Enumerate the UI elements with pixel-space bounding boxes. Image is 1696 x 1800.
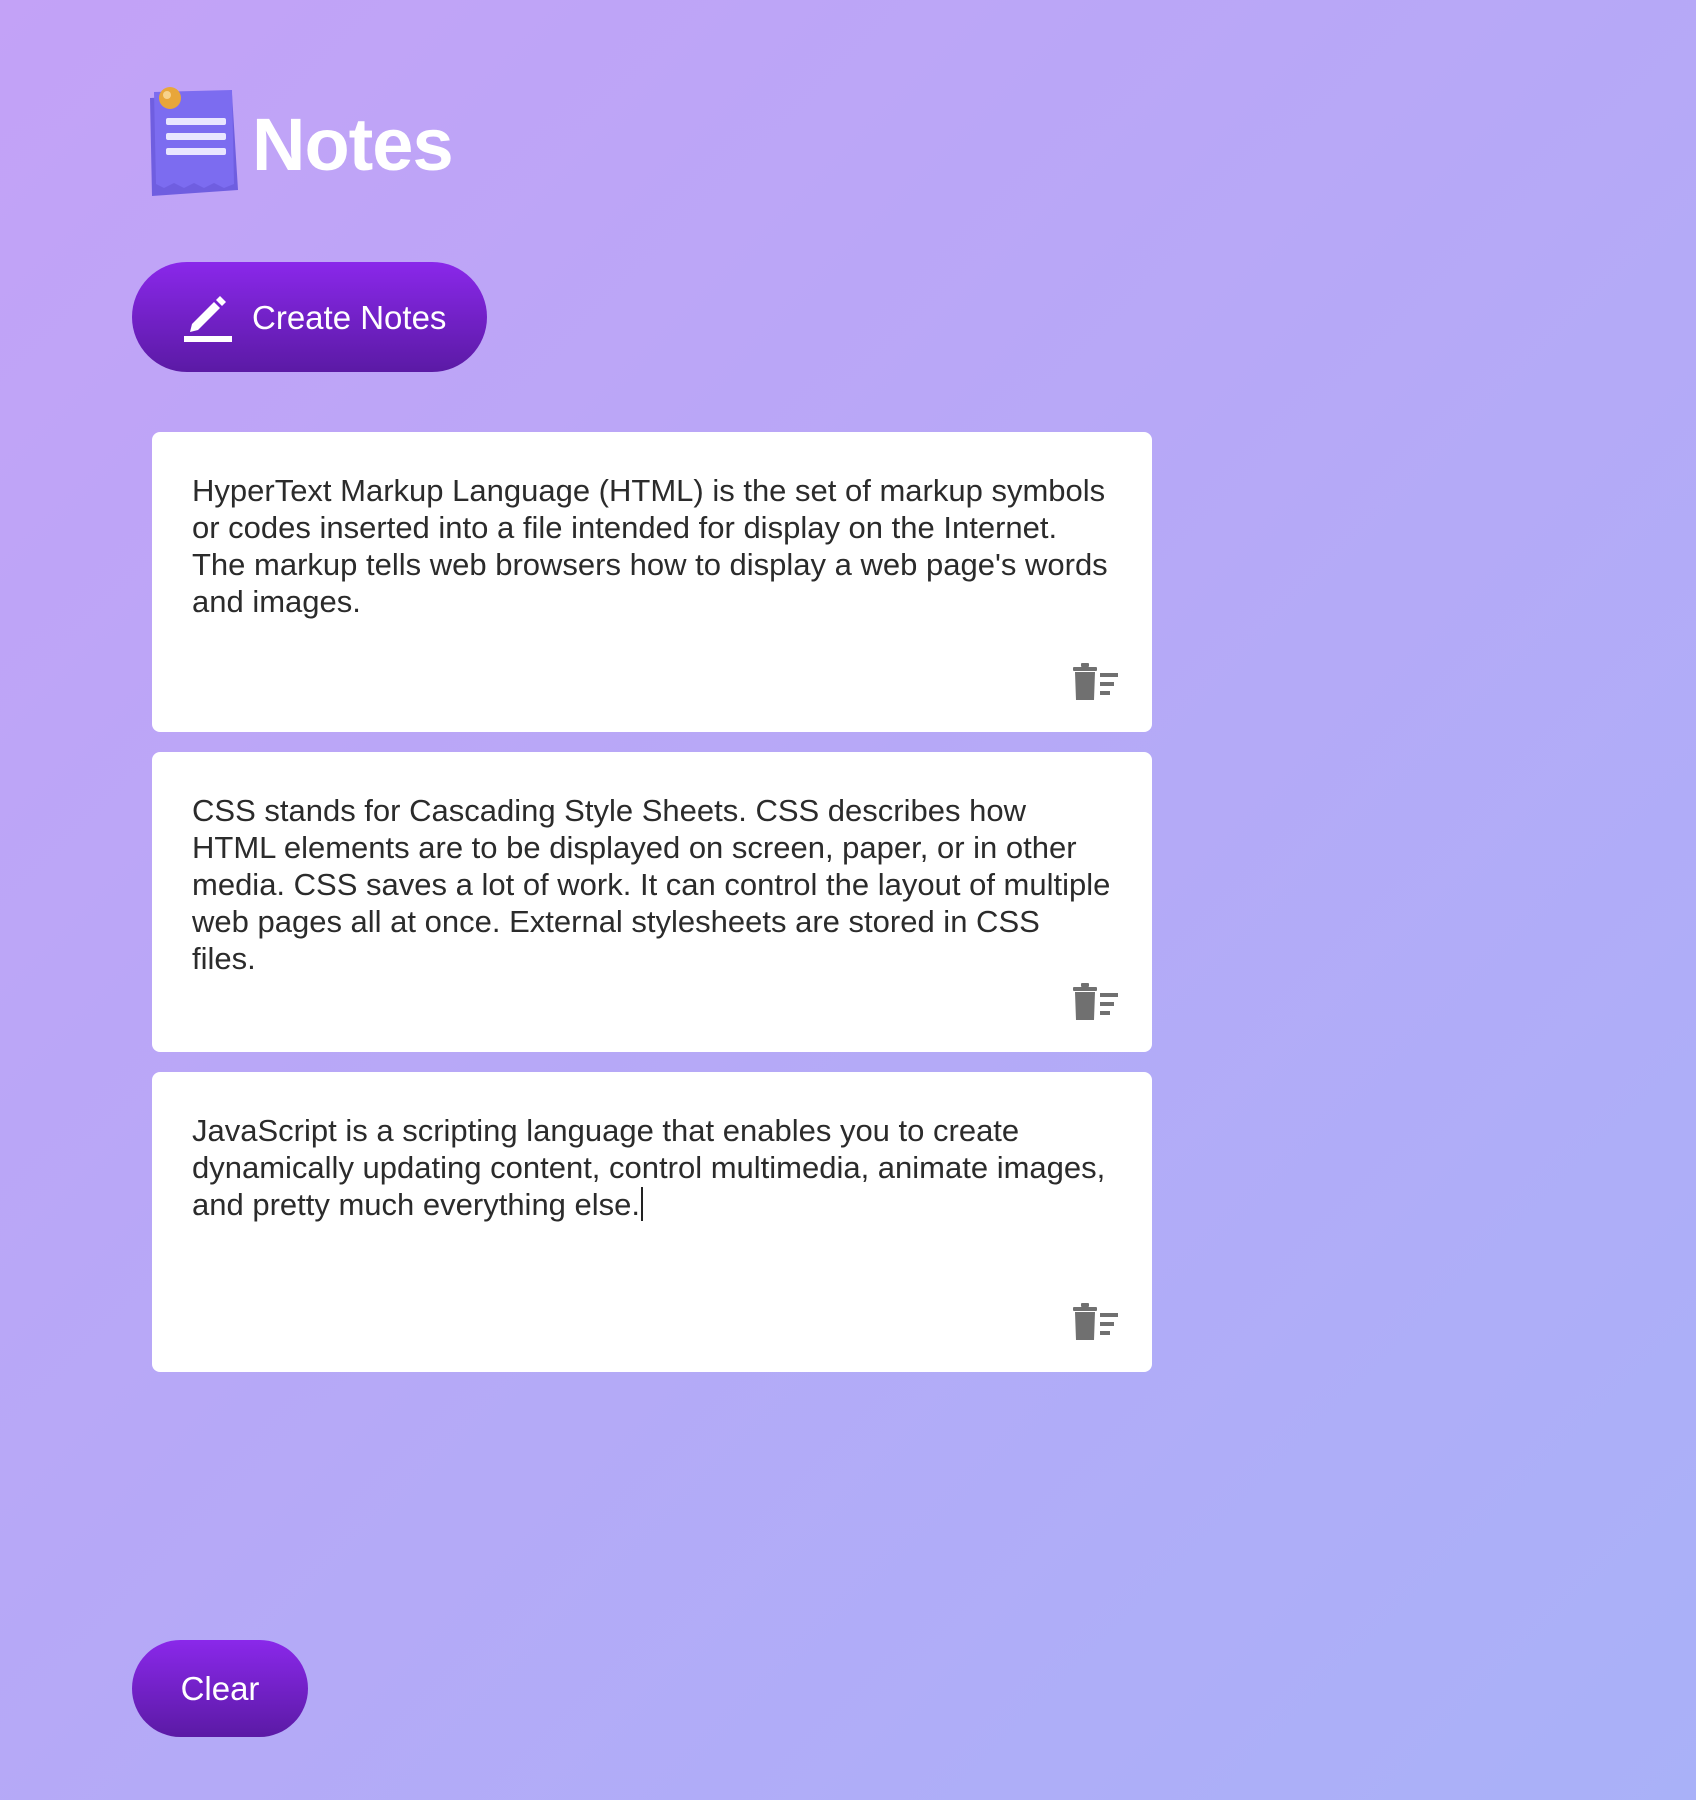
create-notes-button[interactable]: Create Notes xyxy=(132,262,487,372)
page-title: Notes xyxy=(252,103,454,186)
note-text-content: JavaScript is a scripting language that … xyxy=(192,1113,1114,1222)
note-card: HyperText Markup Language (HTML) is the … xyxy=(152,432,1152,732)
trash-delete-icon[interactable] xyxy=(1070,660,1122,702)
note-text[interactable]: JavaScript is a scripting language that … xyxy=(192,1112,1112,1223)
notes-list: HyperText Markup Language (HTML) is the … xyxy=(152,432,1152,1392)
text-caret xyxy=(641,1187,644,1221)
edit-pencil-icon xyxy=(184,296,232,342)
note-text[interactable]: HyperText Markup Language (HTML) is the … xyxy=(192,472,1112,620)
clear-button[interactable]: Clear xyxy=(132,1640,308,1737)
note-card: CSS stands for Cascading Style Sheets. C… xyxy=(152,752,1152,1052)
create-notes-label: Create Notes xyxy=(252,298,447,336)
app-header: Notes xyxy=(140,80,454,210)
trash-delete-icon[interactable] xyxy=(1070,1300,1122,1342)
note-card: JavaScript is a scripting language that … xyxy=(152,1072,1152,1372)
note-text[interactable]: CSS stands for Cascading Style Sheets. C… xyxy=(192,792,1112,977)
trash-delete-icon[interactable] xyxy=(1070,980,1122,1022)
notepad-pin-icon xyxy=(140,80,252,210)
